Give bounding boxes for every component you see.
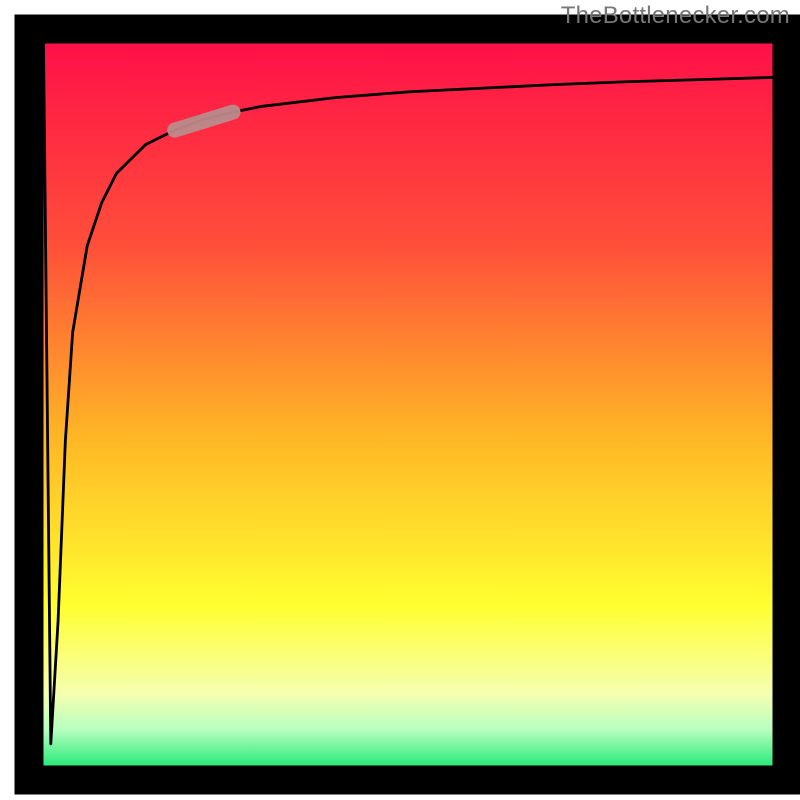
gradient-background xyxy=(44,44,773,766)
chart-container: TheBottlenecker.com xyxy=(0,0,800,800)
bottleneck-chart xyxy=(0,0,800,800)
watermark-text: TheBottlenecker.com xyxy=(561,2,790,30)
